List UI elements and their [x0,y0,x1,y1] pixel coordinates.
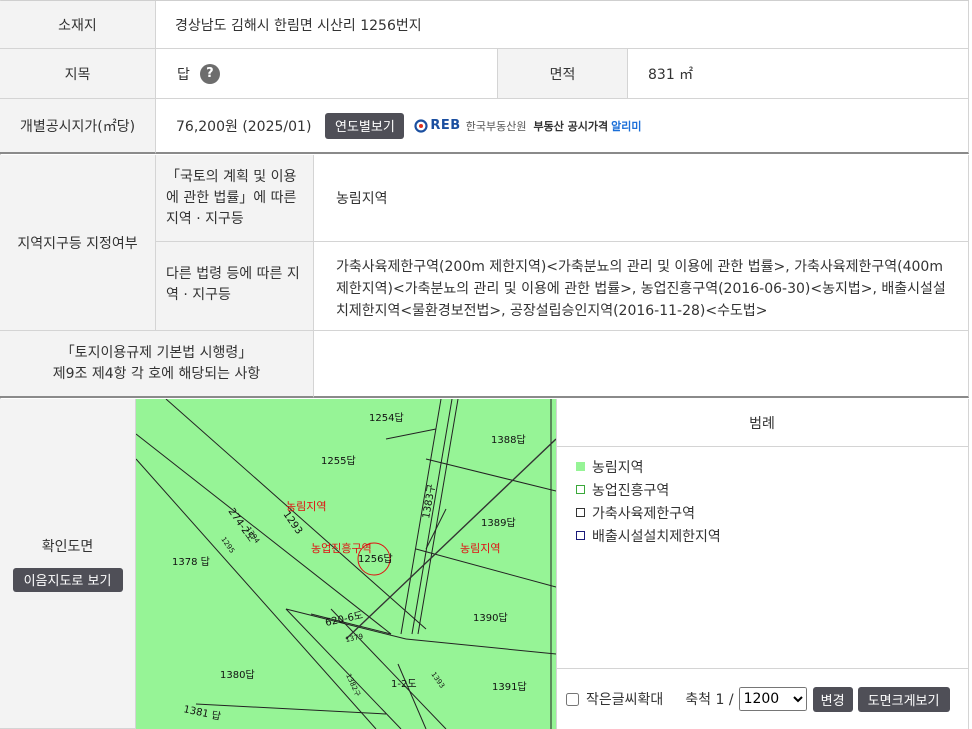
price-label-cell: 개별공시지가(㎡당) [0,99,156,154]
legend-swatch [576,531,585,540]
location-value: 경상남도 김해시 한림면 시산리 1256번지 [175,17,422,34]
legend-list: 농림지역 농업진흥구역 가축사육제한구역 배출시설설치제한지역 [556,447,969,668]
reb-link-text: 알리미 [611,119,642,133]
price-value: 76,200원 (2025/01) [176,118,312,135]
parcel-label: 1255답 [321,455,356,467]
legend-swatch [576,462,585,471]
zoning-label: 지역지구등 지정여부 [17,235,138,252]
other-zoning-value-cell: 가축사육제한구역(200m 제한지역)<가축분뇨의 관리 및 이용에 관한 법률… [314,242,969,331]
land-use-act-label-line1: 「토지이용규제 기본법 시행령」 [60,344,253,361]
other-zoning-label: 다른 법령 등에 따른 지역 · 지구등 [166,266,300,303]
reb-service: 부동산 공시가격 [533,119,609,133]
legend-label: 배출시설설치제한지역 [592,528,721,545]
land-type-label-cell: 지목 [0,49,156,99]
location-label: 소재지 [58,17,97,34]
yearly-view-button[interactable]: 연도별보기 [325,112,405,139]
area-value-cell: 831 ㎡ [628,49,969,99]
reb-logo-text: REB [430,118,461,133]
zone-label: 농림지역 [286,500,326,513]
other-zoning-label-cell: 다른 법령 등에 따른 지역 · 지구등 [156,242,314,331]
parcel-label: 1254답 [369,412,404,424]
legend-swatch [576,485,585,494]
land-type-label: 지목 [64,66,91,83]
national-zoning-label-cell: 「국토의 계획 및 이용에 관한 법률」에 따른 지역 · 지구등 [156,155,314,242]
national-zoning-value-cell: 농림지역 [314,155,969,242]
parcel-label: 1-2도 [391,679,417,690]
national-zoning-value: 농림지역 [336,191,388,207]
map-section-label-cell: 확인도면 이음지도로 보기 [0,399,136,729]
location-label-cell: 소재지 [0,1,156,49]
legend-swatch [576,508,585,517]
legend-item-agri-promotion-zone: 농업진흥구역 [576,478,968,501]
zone-label: 농업진흥구역 [311,541,372,555]
national-zoning-label: 「국토의 계획 및 이용에 관한 법률」에 따른 지역 · 지구등 [166,169,297,227]
zoning-label-cell: 지역지구등 지정여부 [0,155,156,331]
legend-title-cell: 범례 [556,399,969,447]
help-icon[interactable]: ? [199,63,220,84]
map-controls: 작은글씨확대 축척 1 / 1200 변경 도면크게보기 [556,668,969,729]
zone-label: 농림지역 [460,542,500,555]
legend-title: 범례 [749,415,775,432]
reb-org: 한국부동산원 [465,119,527,133]
price-label: 개별공시지가(㎡당) [19,118,136,135]
scale-label: 축척 1 / [685,692,734,708]
land-use-act-label-line2: 제9조 제4항 각 호에 해당되는 사항 [52,365,261,382]
small-text-zoom-checkbox[interactable] [566,692,579,706]
confirmation-map[interactable]: 1254답 1388답 1255답 274-2도 1293 1383구 1389답 1378 … [136,399,557,729]
eum-map-button[interactable]: 이음지도로 보기 [12,567,123,592]
legend-item-livestock-restriction: 가축사육제한구역 [576,501,968,524]
land-use-act-value-cell [314,331,969,398]
change-scale-button[interactable]: 변경 [812,686,853,712]
legend-label: 농림지역 [592,459,644,476]
parcel-label: 1380답 [220,669,255,681]
legend-item-agricultural-zone: 농림지역 [576,455,968,478]
reb-logo-icon [414,118,429,133]
area-label-cell: 면적 [498,49,628,99]
legend-item-discharge-restriction: 배출시설설치제한지역 [576,524,968,547]
parcel-label: 1378 답 [172,556,210,568]
map-section-label: 확인도면 [41,538,94,555]
parcel-label: 1389답 [481,517,516,529]
cadastral-map-svg: 1254답1388답1255답274-2도 12931383구1389답1378 … [136,399,556,729]
scale-select[interactable]: 1200 [738,687,807,711]
parcel-label: 1391답 [492,681,527,693]
parcel-label: 1388답 [491,434,526,446]
land-type-value: 답 [177,66,190,83]
area-label: 면적 [549,66,576,83]
area-value: 831 ㎡ [648,66,694,83]
price-value-cell: 76,200원 (2025/01) 연도별보기 REB 한국부동산원 부동산 공… [156,99,969,154]
legend-label: 농업진흥구역 [592,482,670,499]
other-zoning-value: 가축사육제한구역(200m 제한지역)<가축분뇨의 관리 및 이용에 관한 법률… [336,259,946,319]
legend-label: 가축사육제한구역 [592,505,696,522]
land-use-act-label-cell: 「토지이용규제 기본법 시행령」 제9조 제4항 각 호에 해당되는 사항 [0,331,314,398]
land-type-value-cell: 답 ? [156,49,498,99]
enlarge-map-button[interactable]: 도면크게보기 [857,686,950,712]
small-text-zoom-label: 작은글씨확대 [586,692,664,708]
parcel-label: 1390답 [473,612,508,624]
reb-link[interactable]: REB 한국부동산원 부동산 공시가격 알리미 [414,118,642,134]
location-value-cell: 경상남도 김해시 한림면 시산리 1256번지 [156,1,969,49]
